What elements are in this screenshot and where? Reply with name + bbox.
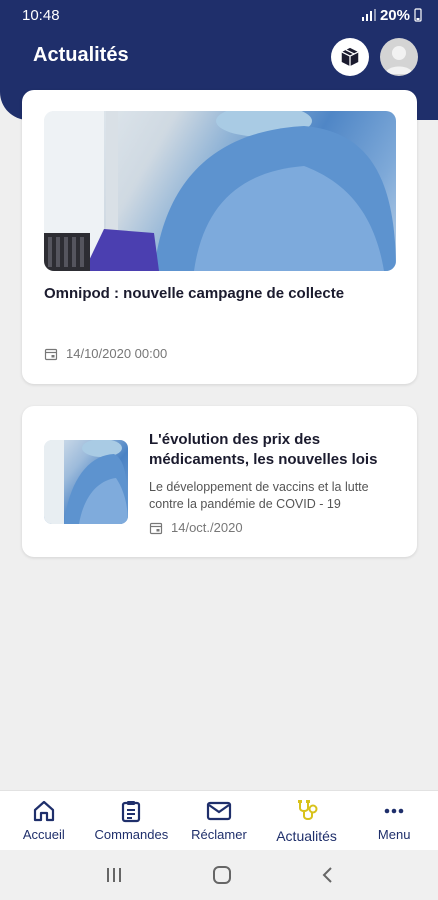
- status-indicators: 20%: [361, 6, 422, 24]
- nav-item-actualites[interactable]: Actualités: [263, 791, 351, 850]
- article-description: Le développement de vaccins et la lutte …: [149, 480, 369, 511]
- nav-item-commandes[interactable]: Commandes: [88, 791, 176, 850]
- nav-label: Menu: [377, 827, 411, 842]
- nav-item-reclamer[interactable]: Réclamer: [175, 791, 263, 850]
- avatar[interactable]: [380, 38, 418, 76]
- back-icon[interactable]: [320, 866, 334, 884]
- mail-icon: [206, 801, 232, 821]
- article-date: 14/oct./2020: [149, 520, 243, 535]
- signal-icon: [361, 9, 376, 21]
- bottom-nav: Accueil Commandes Réclamer Actualités Me…: [0, 790, 438, 850]
- battery-icon: [414, 8, 422, 22]
- nav-label: Accueil: [22, 827, 65, 842]
- status-bar: 10:48 20%: [0, 0, 438, 30]
- article-image: [44, 111, 396, 271]
- nav-item-accueil[interactable]: Accueil: [0, 791, 88, 850]
- more-icon: [384, 808, 404, 814]
- article-thumbnail: [44, 440, 128, 524]
- article-date-text: 14/10/2020 00:00: [66, 346, 168, 361]
- nav-label: Actualités: [276, 827, 337, 844]
- clipboard-icon: [122, 801, 141, 823]
- cube-icon: [341, 47, 359, 67]
- stethoscope-icon: [297, 799, 318, 820]
- calendar-icon: [149, 522, 163, 534]
- home-icon: [33, 800, 54, 822]
- home-button-icon[interactable]: [212, 865, 232, 885]
- article-date: 14/10/2020 00:00: [44, 346, 167, 361]
- article-card[interactable]: L'évolution des prix des médicaments, le…: [22, 406, 417, 557]
- nav-item-menu[interactable]: Menu: [350, 791, 438, 850]
- article-date-text: 14/oct./2020: [171, 520, 243, 535]
- article-card[interactable]: Omnipod : nouvelle campagne de collecte …: [22, 90, 417, 384]
- cube-button[interactable]: [331, 38, 369, 76]
- user-icon: [385, 46, 413, 74]
- article-title: L'évolution des prix des médicaments, le…: [149, 431, 378, 468]
- system-nav-bar: [0, 850, 438, 900]
- page-title: Actualités: [33, 44, 129, 66]
- recent-apps-icon[interactable]: [104, 866, 124, 884]
- article-title: Omnipod : nouvelle campagne de collecte: [44, 285, 345, 302]
- nav-label: Commandes: [94, 827, 169, 842]
- battery-percent: 20%: [379, 6, 410, 24]
- nav-label: Réclamer: [191, 827, 247, 842]
- calendar-icon: [44, 348, 58, 360]
- status-time: 10:48: [22, 6, 60, 24]
